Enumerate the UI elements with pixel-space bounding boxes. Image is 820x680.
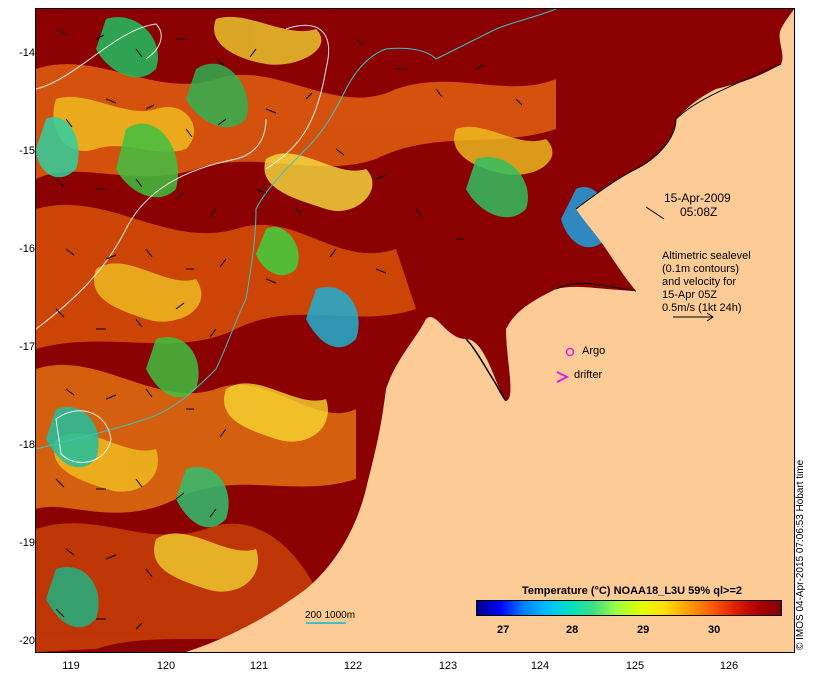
- colorbar-tick: 30: [708, 624, 721, 636]
- x-tick: 124: [530, 660, 550, 672]
- colorbar-title: Temperature (°C) NOAA18_L3U 59% ql>=2: [522, 585, 742, 597]
- isobath-scale-line: [306, 622, 346, 624]
- x-tick: 120: [156, 660, 176, 672]
- x-tick: 122: [343, 660, 363, 672]
- timestamp-date: 15-Apr-2009: [664, 191, 731, 205]
- legend-line: and velocity for: [662, 276, 736, 288]
- legend-line: (0.1m contours): [662, 263, 740, 275]
- legend-line: Altimetric sealevel: [662, 250, 751, 262]
- x-tick: 119: [62, 660, 80, 672]
- y-tick: -18: [19, 439, 35, 451]
- timestamp-time: 05:08Z: [680, 205, 718, 219]
- y-tick: -14: [19, 47, 35, 59]
- legend-line: 15-Apr 05Z: [662, 289, 718, 301]
- colorbar-tick: 28: [566, 624, 579, 636]
- isobath-scale-label: 200 1000m: [305, 610, 356, 621]
- x-tick: 121: [249, 660, 269, 672]
- legend-line: 0.5m/s (1kt 24h): [662, 302, 742, 314]
- colorbar-tick: 29: [637, 624, 650, 636]
- y-tick: -16: [19, 243, 35, 255]
- sst-map: [36, 9, 794, 652]
- x-tick: 125: [625, 660, 645, 672]
- argo-label: Argo: [582, 345, 606, 357]
- y-tick: -15: [19, 145, 35, 157]
- colorbar-tick: 27: [497, 624, 510, 636]
- colorbar: [476, 600, 782, 616]
- y-tick: -17: [19, 341, 35, 353]
- x-tick: 126: [719, 660, 739, 672]
- x-tick: 123: [438, 660, 458, 672]
- map-frame: [35, 8, 795, 653]
- drifter-label: drifter: [574, 369, 603, 381]
- y-tick: -19: [19, 537, 35, 549]
- y-tick: -20: [19, 635, 35, 647]
- credit-text: © IMOS 04-Apr-2015 07:06:53 Hobart time: [795, 459, 806, 650]
